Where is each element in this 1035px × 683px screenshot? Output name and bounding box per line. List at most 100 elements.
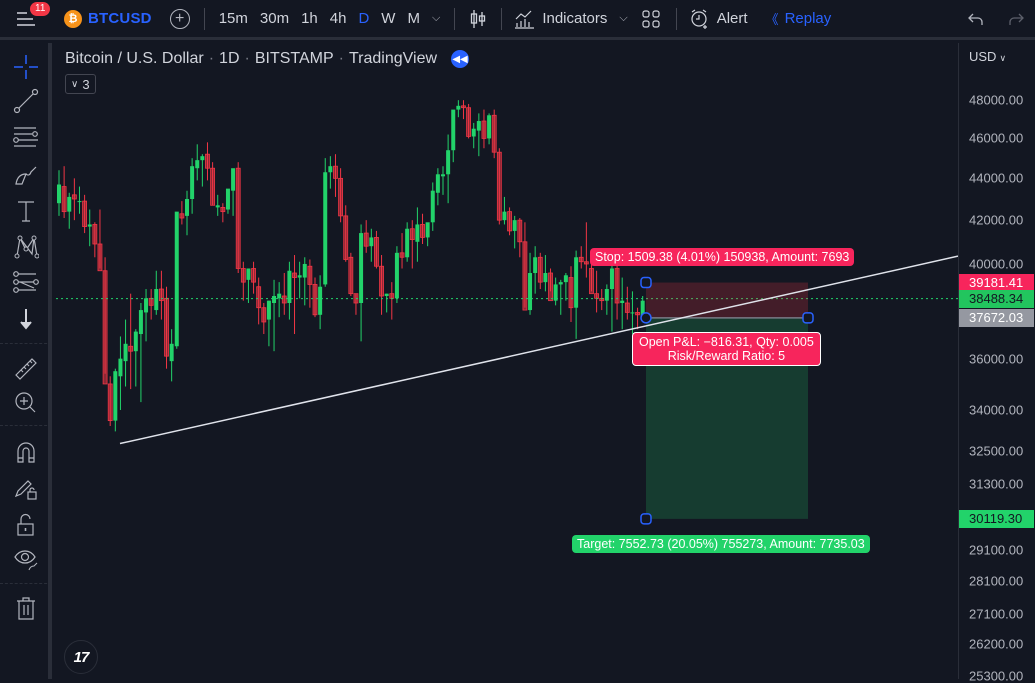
undo-button[interactable] xyxy=(968,0,984,39)
more-tools-button[interactable] xyxy=(10,303,42,335)
zoom-in-tool[interactable] xyxy=(10,387,42,419)
candle xyxy=(379,255,384,315)
candle xyxy=(481,109,487,149)
layout-button[interactable] xyxy=(642,0,660,39)
interval-15m[interactable]: 15m xyxy=(219,10,248,27)
indicators-dropdown-chevron-icon[interactable]: ⌵ xyxy=(619,12,627,25)
stop-zone[interactable] xyxy=(646,282,808,318)
symbol-search-button[interactable]: ₿ BTCUSD xyxy=(46,0,152,39)
candle xyxy=(456,100,461,118)
candle-body-down xyxy=(240,268,246,283)
candle-body-up xyxy=(123,343,128,362)
entry-handle[interactable] xyxy=(640,312,652,324)
candle xyxy=(537,252,543,290)
indicators-label: Indicators xyxy=(542,10,608,27)
candle xyxy=(558,279,563,315)
interval-D[interactable]: D xyxy=(358,10,369,27)
currency-label: USD xyxy=(969,49,997,64)
trend-line-icon xyxy=(13,88,39,114)
candle-body-down xyxy=(71,194,77,200)
replay-button[interactable]: 《 Replay xyxy=(766,0,832,39)
indicators-button[interactable]: Indicators xyxy=(514,0,607,39)
candle xyxy=(133,329,138,387)
candle xyxy=(82,194,88,234)
width-handle[interactable] xyxy=(802,312,814,324)
indicators-collapse-button[interactable]: ∨ 3 xyxy=(65,74,96,94)
crosshair-tool[interactable] xyxy=(10,51,42,83)
candle xyxy=(312,277,318,318)
interval-dropdown-chevron-icon[interactable]: ⌵ xyxy=(432,12,440,25)
candle xyxy=(512,215,517,249)
divider xyxy=(675,7,677,30)
measure-tool[interactable] xyxy=(10,353,42,385)
candle-body-up xyxy=(225,188,230,210)
redo-button[interactable] xyxy=(1008,0,1024,39)
candle-body-down xyxy=(635,312,640,316)
interval-30m[interactable]: 30m xyxy=(260,10,289,27)
candle-body-down xyxy=(466,107,472,137)
interval-W[interactable]: W xyxy=(381,10,395,27)
candle xyxy=(281,273,287,315)
fib-retracement-icon xyxy=(13,127,38,147)
candle-body-down xyxy=(568,277,574,309)
plus-icon: + xyxy=(175,9,185,27)
replay-rewind-icon[interactable]: ◀◀ xyxy=(451,50,470,68)
tradingview-logo[interactable]: 17 xyxy=(64,640,98,674)
drawing-toolbar xyxy=(0,43,52,679)
lock-drawing-tool[interactable] xyxy=(10,473,42,505)
chart-type-button[interactable] xyxy=(469,0,487,39)
interval-M[interactable]: M xyxy=(407,10,420,27)
trend-line-tool[interactable] xyxy=(10,85,42,117)
candle-body-up xyxy=(195,160,200,169)
candle-body-up xyxy=(174,211,179,347)
price-tick: 29100.00 xyxy=(969,542,1024,558)
candle xyxy=(620,277,625,330)
candle xyxy=(292,255,297,335)
chart-pane[interactable]: Bitcoin / U.S. Dollar · 1D · BITSTAMP · … xyxy=(56,43,958,679)
prediction-tool[interactable] xyxy=(10,267,42,299)
candle xyxy=(159,270,164,320)
candle xyxy=(405,222,410,262)
candle xyxy=(578,246,584,269)
candle xyxy=(297,261,302,299)
candle-body-up xyxy=(231,168,236,191)
pencil-lock-icon xyxy=(14,480,37,500)
candle-body-up xyxy=(200,156,205,161)
divider xyxy=(454,7,456,30)
candlestick-chart[interactable] xyxy=(56,43,958,679)
trend-line[interactable] xyxy=(119,255,958,445)
currency-selector[interactable]: USD ∨ xyxy=(969,49,1006,64)
hide-drawings-tool[interactable] xyxy=(10,543,42,575)
alert-button[interactable]: Alert xyxy=(689,0,748,39)
price-axis[interactable]: USD ∨ 48000.00 46000.00 44000.00 42000.00 400… xyxy=(958,43,1035,683)
price-tick: 36000.00 xyxy=(969,351,1024,367)
candle xyxy=(517,218,523,258)
symbol-description: Bitcoin / U.S. Dollar xyxy=(65,50,204,67)
interval-4h[interactable]: 4h xyxy=(330,10,347,27)
main-menu-button[interactable]: 11 xyxy=(6,0,51,39)
candle xyxy=(430,182,435,231)
magnet-tool[interactable] xyxy=(10,437,42,469)
interval-1h[interactable]: 1h xyxy=(301,10,318,27)
remove-drawings-tool[interactable] xyxy=(10,593,42,625)
candle xyxy=(420,213,425,244)
candle xyxy=(87,209,92,247)
divider xyxy=(0,343,52,344)
text-tool[interactable] xyxy=(10,195,42,227)
brush-tool[interactable] xyxy=(10,159,42,191)
lock-all-tool[interactable] xyxy=(10,509,42,541)
pattern-tool[interactable] xyxy=(10,231,42,263)
stop-handle[interactable] xyxy=(640,276,652,289)
compare-symbol-button[interactable]: + xyxy=(169,8,190,29)
candle xyxy=(471,122,476,149)
candle xyxy=(466,103,472,139)
target-handle[interactable] xyxy=(640,513,652,525)
candle-body-up xyxy=(318,286,323,315)
fib-tool[interactable] xyxy=(10,121,42,153)
price-tick: 28100.00 xyxy=(969,573,1024,589)
candle xyxy=(225,188,230,214)
chart-legend[interactable]: Bitcoin / U.S. Dollar · 1D · BITSTAMP · … xyxy=(65,50,470,68)
candle xyxy=(359,224,364,342)
candle-body-down xyxy=(583,261,589,265)
candle-body-down xyxy=(481,120,487,139)
